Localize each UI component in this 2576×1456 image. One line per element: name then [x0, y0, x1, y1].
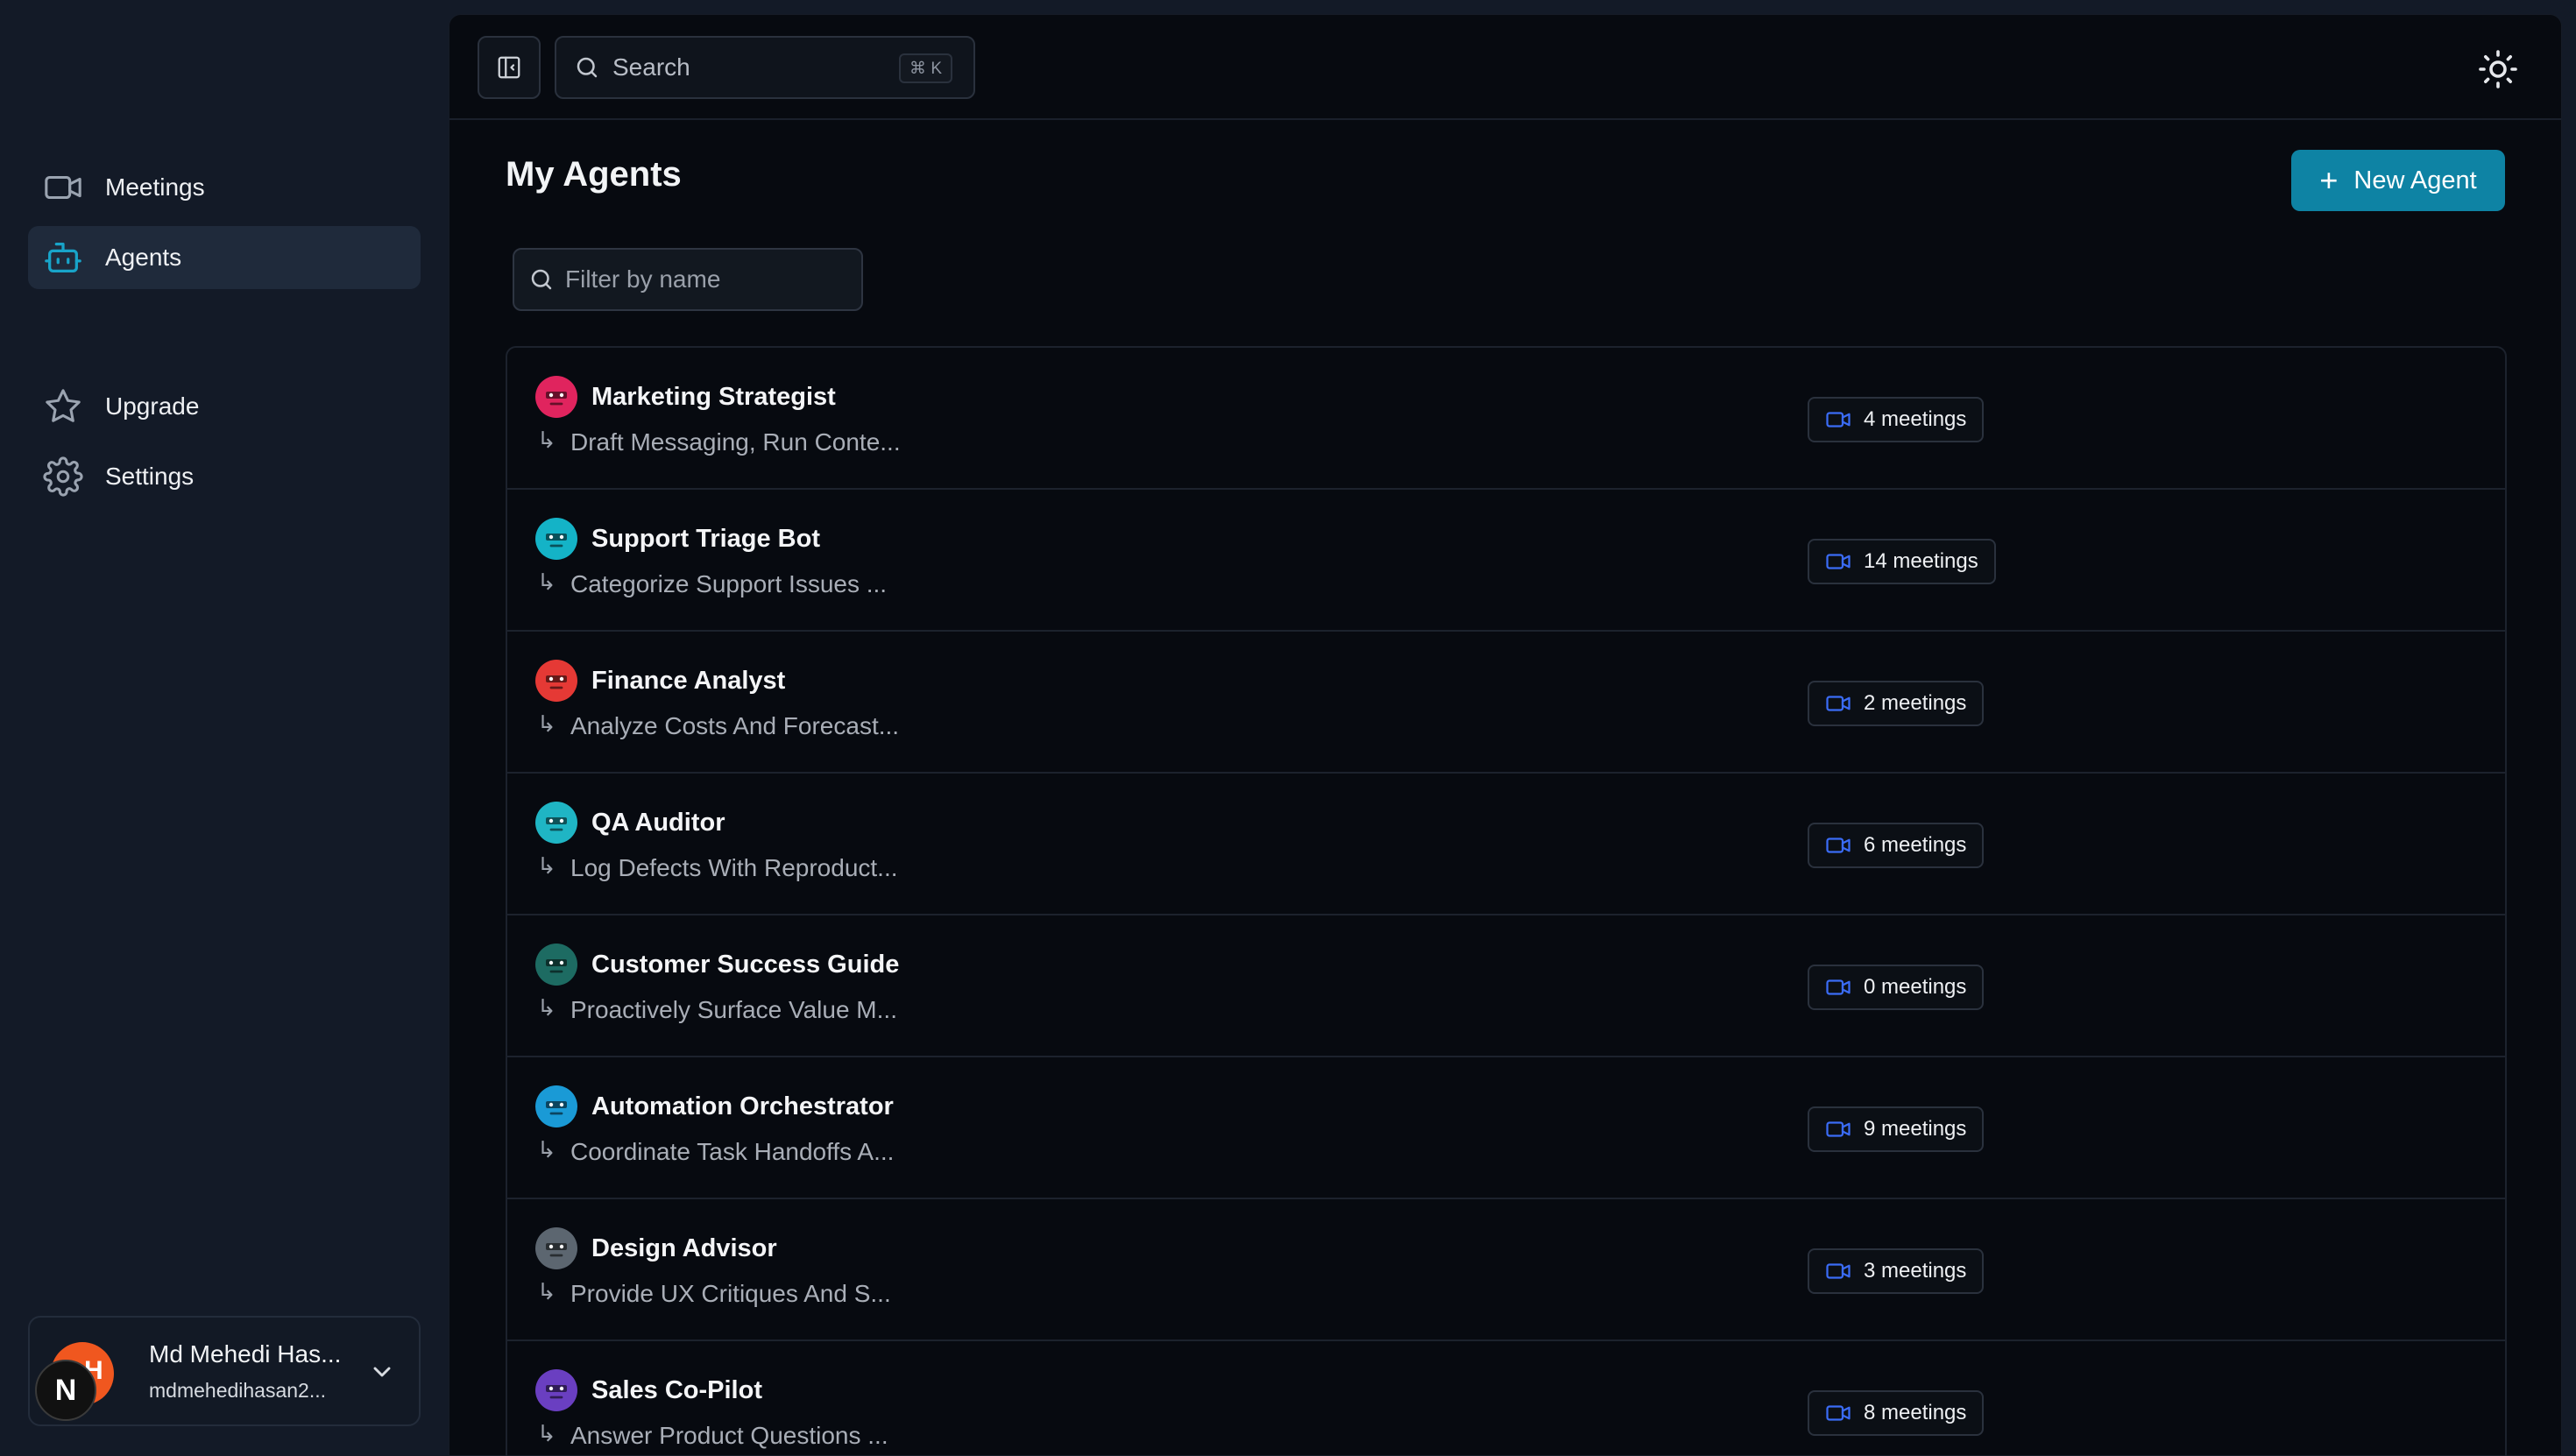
meetings-count-badge: 14 meetings: [1808, 539, 1996, 584]
chevron-down-icon: [373, 1367, 391, 1377]
agent-name: Design Advisor: [591, 1234, 777, 1262]
video-icon: [1826, 1121, 1851, 1137]
agent-name: Support Triage Bot: [591, 525, 820, 553]
agent-description: Proactively Surface Value M...: [570, 996, 897, 1023]
agent-list: Marketing Strategist ↳ Draft Messaging, Ru…: [506, 346, 2507, 1456]
sidebar-item-upgrade[interactable]: Upgrade: [28, 375, 421, 438]
search-icon: [531, 269, 552, 290]
sun-icon[interactable]: [2477, 48, 2519, 90]
meetings-count-badge: 2 meetings: [1808, 681, 1985, 726]
meetings-count-badge: 4 meetings: [1808, 397, 1985, 442]
agent-description: Provide UX Critiques And S...: [570, 1280, 891, 1307]
next-badge: N: [35, 1360, 96, 1421]
page-title: My Agents: [506, 155, 682, 194]
filter-field: [513, 248, 863, 311]
meetings-count-label: 2 meetings: [1864, 691, 1967, 715]
corner-down-right-icon: ↳: [537, 994, 556, 1021]
corner-down-right-icon: ↳: [537, 569, 556, 595]
agent-name: Sales Co-Pilot: [591, 1376, 762, 1404]
agent-row[interactable]: Marketing Strategist ↳ Draft Messaging, Ru…: [507, 348, 2505, 490]
topbar: Search ⌘ K: [449, 15, 2561, 120]
agent-description: Analyze Costs And Forecast...: [570, 712, 900, 739]
agent-row[interactable]: Customer Success Guide ↳ Proactively Surfa…: [507, 915, 2505, 1057]
agent-name: Marketing Strategist: [591, 383, 836, 411]
agent-row[interactable]: QA Auditor ↳ Log Defects With Reproduct...…: [507, 774, 2505, 915]
agent-avatar: [535, 376, 577, 418]
bot-icon: [42, 237, 84, 279]
agent-avatar: [535, 1227, 577, 1269]
agent-description: Categorize Support Issues ...: [570, 570, 888, 597]
sidebar-item-label: Meetings: [105, 173, 205, 201]
video-icon: [1826, 979, 1851, 995]
meetings-count-label: 6 meetings: [1864, 833, 1967, 857]
video-icon: [1826, 1263, 1851, 1279]
agent-description: Draft Messaging, Run Conte...: [570, 428, 901, 456]
meetings-count-label: 0 meetings: [1864, 975, 1967, 999]
agent-name: Customer Success Guide: [591, 951, 900, 979]
corner-down-right-icon: ↳: [537, 1278, 556, 1304]
corner-down-right-icon: ↳: [537, 1420, 556, 1446]
panel-left-icon: [498, 56, 520, 79]
agent-name: Automation Orchestrator: [591, 1092, 894, 1120]
sidebar-toggle-button[interactable]: [478, 36, 541, 99]
search-button[interactable]: Search ⌘ K: [555, 36, 975, 99]
search-icon: [577, 57, 598, 78]
corner-down-right-icon: ↳: [537, 710, 556, 737]
new-agent-label: New Agent: [2353, 166, 2477, 194]
user-name: Md Mehedi Has...: [149, 1340, 342, 1368]
agent-row[interactable]: Design Advisor ↳ Provide UX Critiques And …: [507, 1199, 2505, 1341]
agent-description: Log Defects With Reproduct...: [570, 854, 898, 881]
video-icon: [1826, 838, 1851, 853]
video-icon: [1826, 412, 1851, 428]
corner-down-right-icon: ↳: [537, 1136, 556, 1163]
gear-icon: [42, 456, 84, 498]
sidebar: Meetings Agents Upgrade Settings H N Md …: [0, 0, 449, 1456]
agent-name: QA Auditor: [591, 809, 725, 837]
new-agent-button[interactable]: + New Agent: [2291, 150, 2505, 211]
meetings-count-badge: 6 meetings: [1808, 823, 1985, 868]
agent-name: Finance Analyst: [591, 667, 786, 695]
meetings-count-label: 14 meetings: [1864, 549, 1978, 573]
sidebar-item-meetings[interactable]: Meetings: [28, 156, 421, 219]
agent-description: Coordinate Task Handoffs A...: [570, 1138, 895, 1165]
meetings-count-badge: 9 meetings: [1808, 1106, 1985, 1152]
sidebar-item-label: Agents: [105, 244, 182, 271]
corner-down-right-icon: ↳: [537, 852, 556, 879]
agent-avatar: [535, 518, 577, 560]
corner-down-right-icon: ↳: [537, 427, 556, 453]
agent-description: Answer Product Questions ...: [570, 1422, 888, 1449]
main-panel: Search ⌘ K My Agents + New Agent Marketi…: [449, 14, 2562, 1456]
sidebar-item-settings[interactable]: Settings: [28, 445, 421, 508]
sidebar-item-label: Upgrade: [105, 392, 200, 420]
video-icon: [1826, 696, 1851, 711]
search-label: Search: [612, 53, 690, 81]
meetings-count-badge: 3 meetings: [1808, 1248, 1985, 1294]
meetings-count-badge: 8 meetings: [1808, 1390, 1985, 1436]
sidebar-item-label: Settings: [105, 463, 195, 490]
agent-row[interactable]: Automation Orchestrator ↳ Coordinate Task …: [507, 1057, 2505, 1199]
meetings-count-label: 4 meetings: [1864, 407, 1967, 431]
agent-avatar: [535, 1085, 577, 1127]
agent-row[interactable]: Sales Co-Pilot ↳ Answer Product Questions …: [507, 1341, 2505, 1456]
video-icon: [1826, 554, 1851, 569]
meetings-count-badge: 0 meetings: [1808, 965, 1985, 1010]
agent-avatar: [535, 660, 577, 702]
agent-avatar: [535, 1369, 577, 1411]
agent-avatar: [535, 802, 577, 844]
agent-row[interactable]: Finance Analyst ↳ Analyze Costs And Foreca…: [507, 632, 2505, 774]
star-icon: [42, 385, 84, 428]
filter-input[interactable]: [565, 265, 846, 293]
meetings-count-label: 9 meetings: [1864, 1117, 1967, 1141]
search-shortcut: ⌘ K: [899, 53, 952, 83]
video-icon: [1826, 1405, 1851, 1421]
meetings-count-label: 8 meetings: [1864, 1401, 1967, 1424]
video-icon: [42, 166, 84, 209]
agent-avatar: [535, 944, 577, 986]
meetings-count-label: 3 meetings: [1864, 1259, 1967, 1283]
plus-icon: +: [2319, 162, 2339, 198]
user-email: mdmehedihasan2...: [149, 1379, 327, 1402]
sidebar-item-agents[interactable]: Agents: [28, 226, 421, 289]
agent-row[interactable]: Support Triage Bot ↳ Categorize Support Is…: [507, 490, 2505, 632]
user-menu-button[interactable]: H N Md Mehedi Has... mdmehedihasan2...: [28, 1316, 421, 1426]
